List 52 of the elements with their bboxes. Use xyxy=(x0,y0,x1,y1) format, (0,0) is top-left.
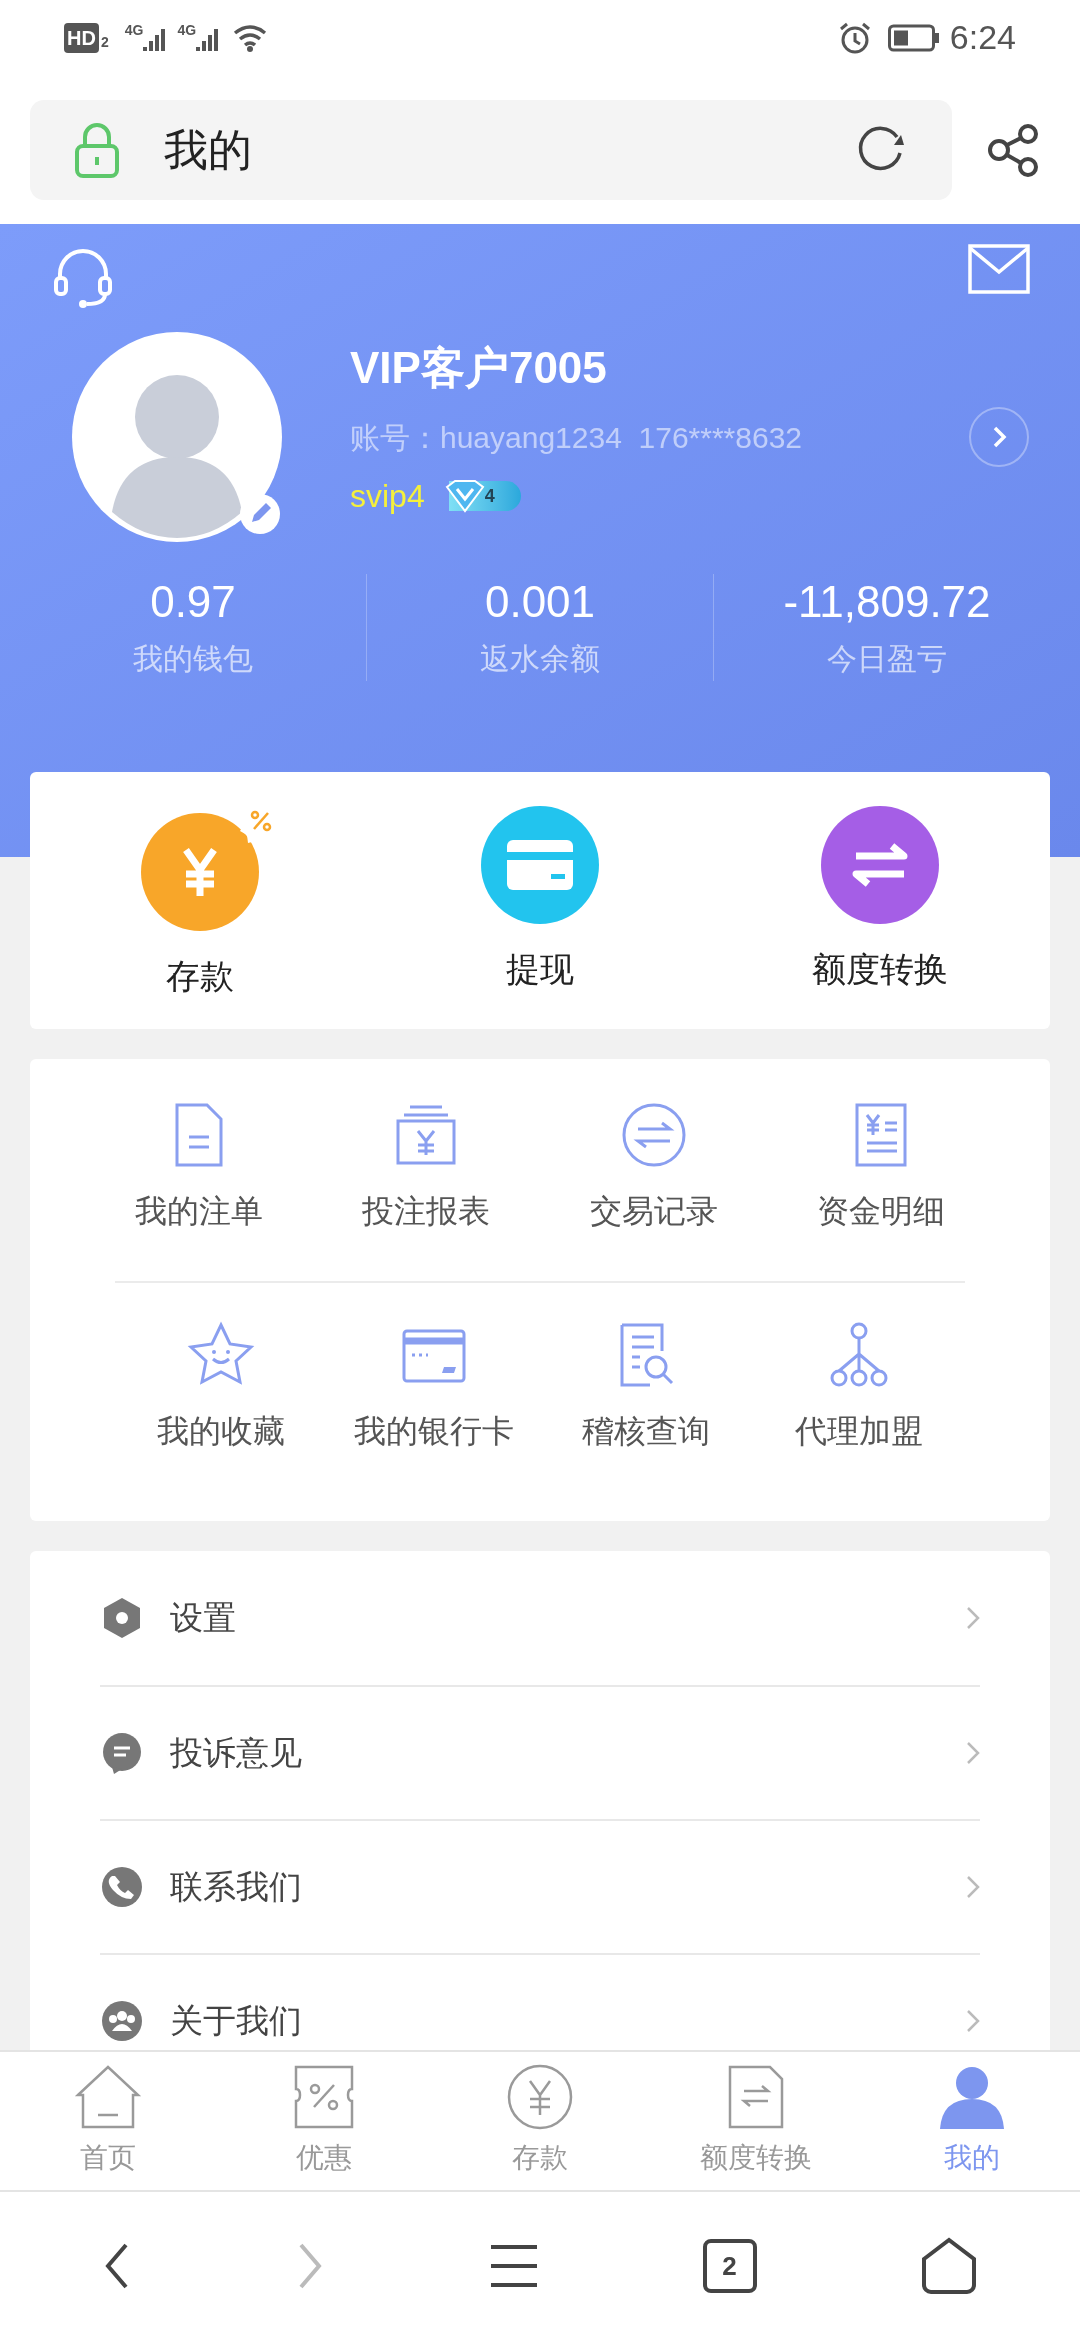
lock-icon xyxy=(74,122,120,178)
chevron-right-icon xyxy=(966,2009,980,2033)
network-type: 4G xyxy=(177,21,197,40)
phone-icon xyxy=(100,1865,144,1909)
action-button[interactable]: 额度转换 xyxy=(710,806,1050,995)
stat-value: 0.001 xyxy=(484,576,596,628)
menu-label: 设置 xyxy=(170,1598,237,1639)
yen-circle-icon xyxy=(506,2063,574,2131)
vip-badge: 4 xyxy=(448,481,521,511)
account-info: 账号：huayang1234 176****8632 xyxy=(350,419,803,456)
chevron-right-icon xyxy=(966,1606,980,1630)
chevron-right-icon xyxy=(966,1875,980,1899)
stat-label: 我的钱包 xyxy=(133,641,253,677)
stat-label: 今日盈亏 xyxy=(827,641,947,677)
share-icon[interactable] xyxy=(986,123,1040,177)
people-icon xyxy=(100,1999,144,2043)
shortcut-button[interactable]: 资金明细 xyxy=(767,1099,995,1235)
menu-icon[interactable] xyxy=(489,2243,539,2289)
mail-icon[interactable] xyxy=(968,244,1030,294)
battery-icon xyxy=(887,23,940,52)
hd-indicator: HD xyxy=(64,22,99,53)
menu-item[interactable]: 设置 xyxy=(100,1551,980,1685)
chat-bubble-icon xyxy=(100,1731,144,1775)
menu-label: 投诉意见 xyxy=(170,1733,303,1774)
home-icon xyxy=(74,2063,142,2131)
menu-item[interactable]: 投诉意见 xyxy=(100,1685,980,1819)
menu-item[interactable]: 联系我们 xyxy=(100,1819,980,1953)
stat-label: 返水余额 xyxy=(480,641,600,677)
stat-value: 0.97 xyxy=(150,576,236,628)
menu-label: 关于我们 xyxy=(170,2001,303,2042)
action-button[interactable]: 存款 xyxy=(30,799,370,1002)
shortcut-button[interactable]: 投注报表 xyxy=(312,1099,540,1235)
menu-label: 联系我们 xyxy=(170,1867,303,1908)
sim-number: 2 xyxy=(100,33,109,52)
stat-value: -11,809.72 xyxy=(783,576,991,628)
home-icon[interactable] xyxy=(920,2237,979,2295)
tabs-button[interactable]: 2 xyxy=(702,2239,757,2293)
clock: 6:24 xyxy=(949,17,1016,58)
vip-level: svip4 xyxy=(350,477,425,516)
avatar[interactable] xyxy=(72,332,282,542)
shortcut-button[interactable]: 我的注单 xyxy=(85,1099,313,1235)
page-title: 我的 xyxy=(164,124,253,176)
chevron-right-icon xyxy=(966,1741,980,1765)
chevron-right-icon[interactable] xyxy=(968,406,1030,468)
action-button[interactable]: 提现 xyxy=(370,806,710,995)
edit-icon[interactable] xyxy=(240,494,280,534)
address-bar[interactable]: 我的 xyxy=(30,100,952,200)
shortcut-button[interactable]: 交易记录 xyxy=(540,1099,768,1235)
alarm-icon xyxy=(837,20,872,55)
wifi-icon xyxy=(232,23,269,52)
network-type: 4G xyxy=(124,21,144,40)
customer-name: VIP客户7005 xyxy=(350,342,608,394)
